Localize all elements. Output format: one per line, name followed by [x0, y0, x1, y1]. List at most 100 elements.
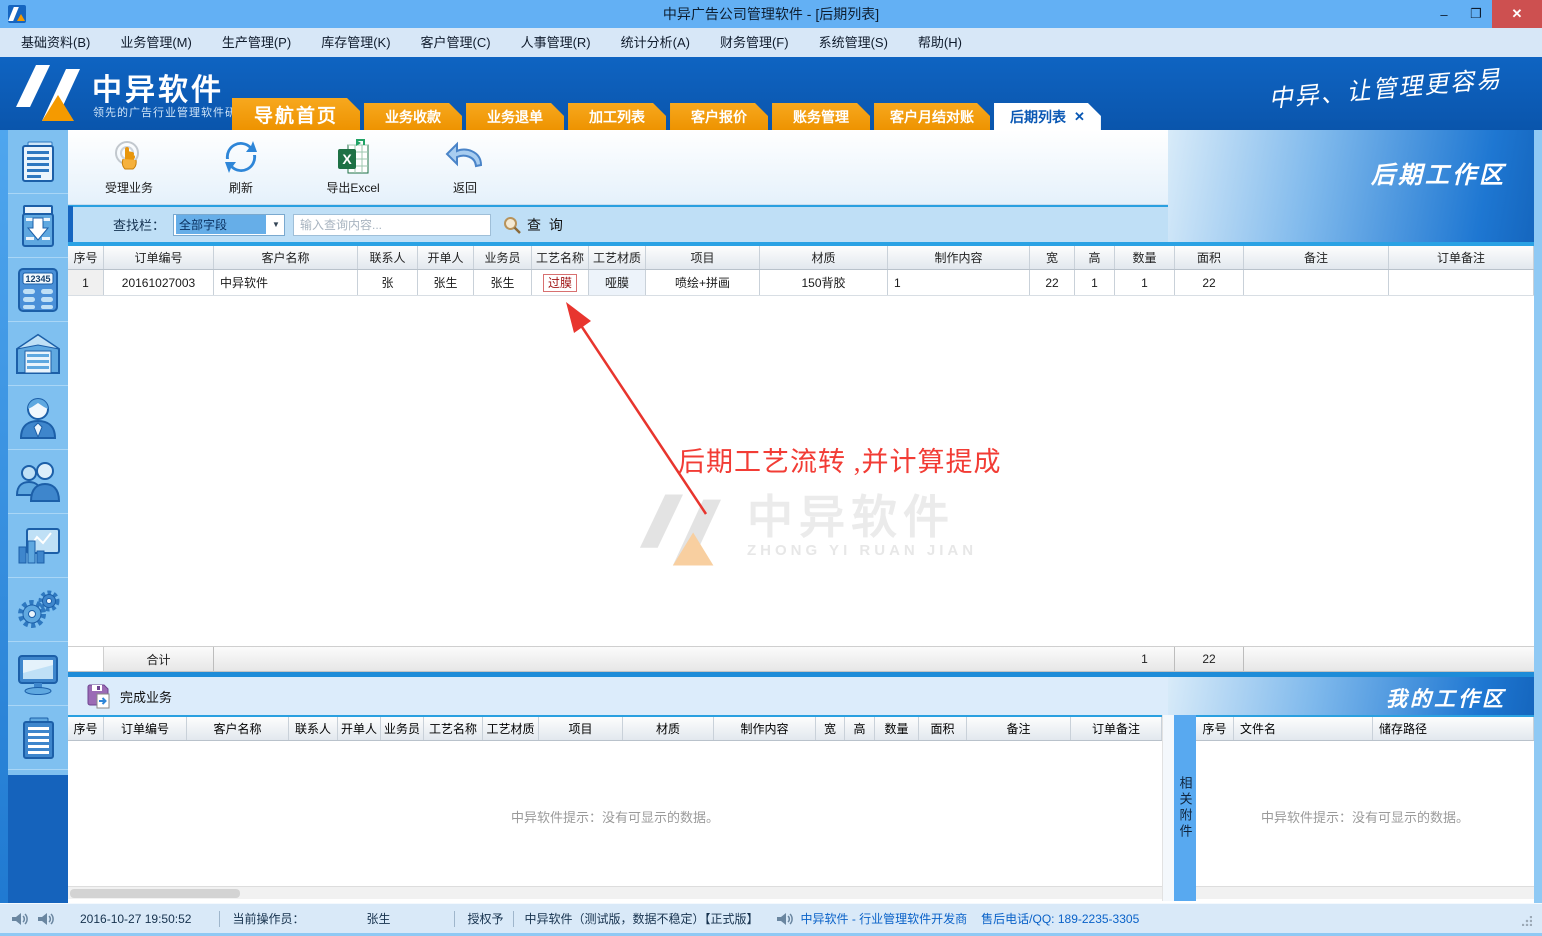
attachments-strip-tab[interactable]: 相关附件 — [1174, 715, 1196, 901]
tab-monthly-statement[interactable]: 客户月结对账 — [874, 103, 990, 130]
brand-slogan: 中异、让管理更容易 — [1267, 59, 1503, 114]
vertical-scrollbar[interactable] — [1162, 715, 1174, 901]
sidebar-item-documents[interactable] — [8, 130, 68, 194]
export-excel-button[interactable]: X 导出Excel — [314, 139, 392, 196]
col-customer[interactable]: 客户名称 — [214, 246, 358, 269]
minimize-button[interactable]: – — [1428, 0, 1460, 28]
col-project[interactable]: 项目 — [646, 246, 760, 269]
tab-business-receipts[interactable]: 业务收款 — [364, 103, 462, 130]
horizontal-scrollbar[interactable] — [68, 886, 1162, 899]
menu-item-help[interactable]: 帮助(H) — [903, 28, 977, 57]
col-project[interactable]: 项目 — [539, 717, 623, 740]
tab-account-mgmt[interactable]: 账务管理 — [772, 103, 870, 130]
operator-label: 当前操作员： — [232, 910, 304, 927]
col-height[interactable]: 高 — [845, 717, 875, 740]
search-input[interactable] — [293, 214, 491, 236]
col-order-no[interactable]: 订单编号 — [104, 246, 214, 269]
tab-postproduction-list[interactable]: 后期列表 ✕ — [994, 103, 1101, 130]
col-issuer[interactable]: 开单人 — [418, 246, 474, 269]
menu-item-hr[interactable]: 人事管理(R) — [506, 28, 606, 57]
col-order-remark[interactable]: 订单备注 — [1389, 246, 1534, 269]
menu-item-business[interactable]: 业务管理(M) — [105, 28, 207, 57]
col-process-name[interactable]: 工艺名称 — [532, 246, 589, 269]
col-process-material[interactable]: 工艺材质 — [483, 717, 539, 740]
sidebar-item-statistics[interactable] — [8, 514, 68, 578]
chevron-down-icon[interactable]: ▼ — [268, 220, 284, 229]
menu-item-customer[interactable]: 客户管理(C) — [406, 28, 506, 57]
cell-project: 喷绘+拼画 — [646, 270, 760, 295]
col-process-name[interactable]: 工艺名称 — [424, 717, 483, 740]
speaker-icon[interactable] — [775, 911, 793, 927]
sidebar-item-customers[interactable] — [8, 450, 68, 514]
tab-customer-quote[interactable]: 客户报价 — [670, 103, 768, 130]
col-salesman[interactable]: 业务员 — [474, 246, 532, 269]
col-width[interactable]: 宽 — [1030, 246, 1075, 269]
search-field-dropdown[interactable]: 全部字段 ▼ — [173, 214, 285, 236]
col-contact[interactable]: 联系人 — [358, 246, 418, 269]
warehouse-icon — [15, 333, 61, 375]
table-row[interactable]: 1 20161027003 中异软件 张 张生 张生 过膜 哑膜 喷绘+拼画 1… — [68, 270, 1534, 296]
sidebar-item-receive-order[interactable] — [8, 194, 68, 258]
col-remark[interactable]: 备注 — [967, 717, 1071, 740]
col-contact[interactable]: 联系人 — [289, 717, 338, 740]
col-process-material[interactable]: 工艺材质 — [589, 246, 646, 269]
menu-item-inventory[interactable]: 库存管理(K) — [306, 28, 405, 57]
search-button[interactable]: 查 询 — [503, 215, 565, 235]
col-issuer[interactable]: 开单人 — [338, 717, 381, 740]
col-seq[interactable]: 序号 — [1196, 717, 1234, 740]
col-storage-path[interactable]: 储存路径 — [1373, 717, 1534, 740]
sidebar-item-order-list[interactable] — [8, 706, 68, 770]
resize-grip[interactable] — [1522, 916, 1532, 926]
accept-business-button[interactable]: 受理业务 — [90, 139, 168, 196]
sidebar-item-warehouse[interactable] — [8, 322, 68, 386]
col-area[interactable]: 面积 — [1175, 246, 1244, 269]
col-filename[interactable]: 文件名 — [1234, 717, 1373, 740]
maximize-button[interactable]: ❐ — [1460, 0, 1492, 28]
my-work-header-row: 序号 订单编号 客户名称 联系人 开单人 业务员 工艺名称 工艺材质 项目 材质… — [68, 715, 1162, 741]
col-content[interactable]: 制作内容 — [888, 246, 1030, 269]
close-button[interactable]: ✕ — [1492, 0, 1542, 28]
summary-label: 合计 — [104, 647, 214, 671]
col-content[interactable]: 制作内容 — [714, 717, 816, 740]
scrollbar-thumb[interactable] — [70, 889, 240, 898]
sidebar-item-calculator[interactable]: 12345 — [8, 258, 68, 322]
col-salesman[interactable]: 业务员 — [381, 717, 424, 740]
tab-close-icon[interactable]: ✕ — [1074, 109, 1085, 125]
speaker-icon[interactable] — [36, 911, 54, 927]
sidebar-item-employee[interactable] — [8, 386, 68, 450]
tab-nav-home[interactable]: 导航首页 — [232, 98, 360, 130]
col-area[interactable]: 面积 — [919, 717, 967, 740]
tab-processing-list[interactable]: 加工列表 — [568, 103, 666, 130]
menu-item-finance[interactable]: 财务管理(F) — [705, 28, 804, 57]
col-order-remark[interactable]: 订单备注 — [1071, 717, 1162, 740]
menu-item-statistics[interactable]: 统计分析(A) — [606, 28, 705, 57]
complete-business-label[interactable]: 完成业务 — [120, 687, 172, 706]
speaker-icon[interactable] — [10, 911, 28, 927]
refresh-label: 刷新 — [229, 179, 253, 196]
col-seq[interactable]: 序号 — [68, 246, 104, 269]
col-width[interactable]: 宽 — [816, 717, 845, 740]
col-qty[interactable]: 数量 — [1115, 246, 1175, 269]
menu-item-production[interactable]: 生产管理(P) — [207, 28, 306, 57]
col-qty[interactable]: 数量 — [875, 717, 919, 740]
tab-business-returns[interactable]: 业务退单 — [466, 103, 564, 130]
col-height[interactable]: 高 — [1075, 246, 1115, 269]
title-bar: 中异广告公司管理软件 - [后期列表] – ❐ ✕ — [0, 0, 1542, 28]
refresh-button[interactable]: 刷新 — [202, 139, 280, 196]
col-order-no[interactable]: 订单编号 — [104, 717, 187, 740]
cell-content: 1 — [888, 270, 1030, 295]
sidebar-item-monitor[interactable] — [8, 642, 68, 706]
col-customer[interactable]: 客户名称 — [187, 717, 289, 740]
back-button[interactable]: 返回 — [426, 139, 504, 196]
menu-item-system[interactable]: 系统管理(S) — [804, 28, 903, 57]
sidebar-item-settings[interactable] — [8, 578, 68, 642]
complete-business-icon[interactable] — [86, 683, 112, 709]
documents-icon — [18, 140, 58, 184]
horizontal-scrollbar[interactable] — [1196, 886, 1534, 899]
col-seq[interactable]: 序号 — [68, 717, 104, 740]
col-material[interactable]: 材质 — [760, 246, 888, 269]
col-remark[interactable]: 备注 — [1244, 246, 1389, 269]
menu-item-basic-data[interactable]: 基础资料(B) — [6, 28, 105, 57]
col-material[interactable]: 材质 — [623, 717, 714, 740]
sidebar-nav: 12345 — [8, 130, 68, 903]
